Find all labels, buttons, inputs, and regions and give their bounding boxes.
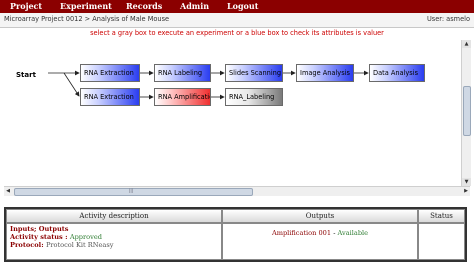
- output-name[interactable]: Amplification 001: [272, 229, 331, 237]
- node-data-analysis[interactable]: Data Analysis: [369, 64, 425, 82]
- scroll-grip-icon: |||: [129, 188, 134, 193]
- protocol-value: Protocol Kit RNeasy: [45, 241, 114, 249]
- instruction-text: select a gray box to execute an experime…: [90, 29, 384, 37]
- nav-records[interactable]: Records: [126, 1, 162, 12]
- activity-status-label: Activity status :: [10, 233, 68, 241]
- header-outputs: Outputs: [222, 209, 418, 223]
- workflow-edges: [48, 70, 369, 100]
- node-rna-extraction-2[interactable]: RNA Extraction: [80, 88, 140, 106]
- nav-admin[interactable]: Admin: [180, 1, 209, 12]
- node-rna-extraction-1[interactable]: RNA Extraction: [80, 64, 140, 82]
- activity-status-line: Activity status : Approved: [10, 233, 102, 241]
- nav-experiment[interactable]: Experiment: [60, 1, 112, 12]
- activity-status-value: Approved: [69, 233, 102, 241]
- node-image-analysis[interactable]: Image Analysis: [296, 64, 354, 82]
- header-activity-description: Activity description: [6, 209, 222, 223]
- output-entry: Amplification 001 - Available: [223, 229, 417, 237]
- nav-project[interactable]: Project: [10, 1, 42, 12]
- workflow-start-node: Start: [16, 71, 36, 79]
- nav-logout[interactable]: Logout: [227, 1, 258, 12]
- scroll-right-icon[interactable]: ▶: [462, 187, 470, 196]
- header-status: Status: [418, 209, 465, 223]
- activity-description-cell: Inputs; Outputs Activity status : Approv…: [6, 223, 222, 260]
- node-rna-amplification[interactable]: RNA Amplification: [154, 88, 211, 106]
- title-bar: Microarray Project 0012 > Analysis of Ma…: [0, 13, 474, 28]
- scroll-down-icon[interactable]: ▼: [462, 178, 471, 186]
- protocol-line: Protocol: Protocol Kit RNeasy: [10, 241, 113, 249]
- node-slides-scanning[interactable]: Slides Scanning: [225, 64, 283, 82]
- node-rna-labeling[interactable]: RNA Labeling: [154, 64, 211, 82]
- protocol-label: Protocol:: [10, 241, 44, 249]
- workflow-canvas: Start RNA Extraction RNA Labeling Slides…: [4, 40, 461, 186]
- output-state: Available: [337, 229, 369, 237]
- scroll-up-icon[interactable]: ▲: [462, 40, 471, 48]
- inputs-outputs-label: Inputs; Outputs: [10, 225, 69, 233]
- horizontal-scroll-thumb[interactable]: [14, 188, 253, 196]
- top-nav-bar: Project Experiment Records Admin Logout: [0, 0, 474, 13]
- user-label: User: asmelo: [426, 15, 470, 23]
- horizontal-scrollbar[interactable]: ◀ ||| ▶: [4, 186, 470, 196]
- activity-details-panel: Activity description Outputs Status Inpu…: [4, 207, 467, 262]
- edge-start-to-extraction-2: [63, 72, 80, 97]
- status-cell: [418, 223, 465, 260]
- node-rna-labeling-2[interactable]: RNA_Labeling: [225, 88, 283, 106]
- vertical-scrollbar[interactable]: ▲ ▼: [461, 40, 471, 186]
- breadcrumb: Microarray Project 0012 > Analysis of Ma…: [4, 15, 170, 23]
- outputs-cell: Amplification 001 - Available: [222, 223, 418, 260]
- scroll-left-icon[interactable]: ◀: [4, 187, 12, 196]
- vertical-scroll-thumb[interactable]: [463, 86, 471, 136]
